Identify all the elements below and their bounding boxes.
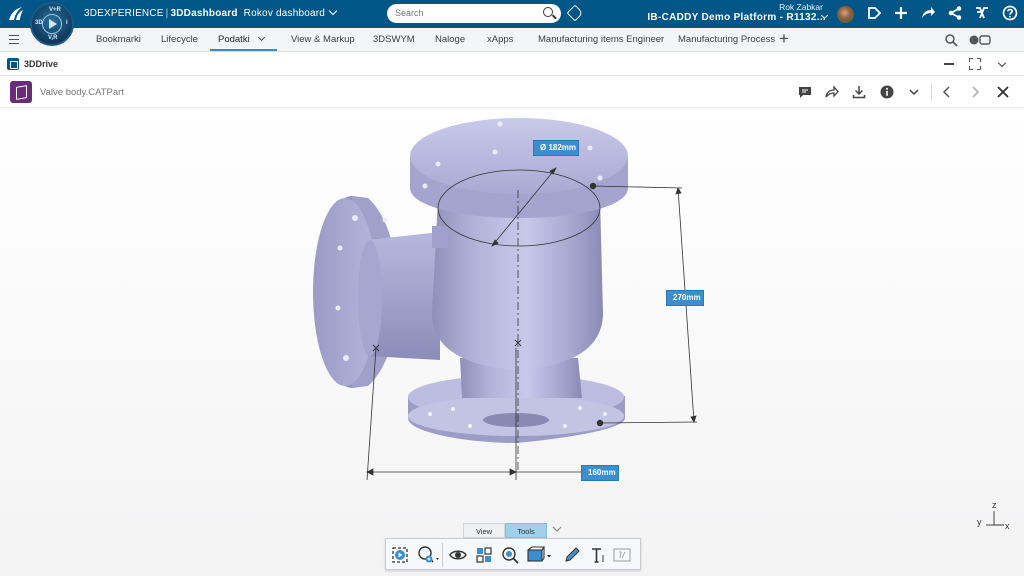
tab-xapps[interactable]: xApps (487, 34, 513, 45)
tab-manufacturing-process[interactable]: Manufacturing Process (678, 34, 775, 45)
document-header: Valve body.CATPart (0, 76, 1024, 108)
search-icon[interactable] (543, 7, 553, 17)
brand-prefix: 3DEXPERIENCE (84, 8, 164, 19)
toggle-view-icon[interactable] (968, 33, 992, 47)
tab-lifecycle[interactable]: Lifecycle (161, 34, 198, 45)
visibility-icon[interactable] (448, 545, 468, 565)
compass-label-right: i (66, 20, 68, 26)
add-tab-icon[interactable]: + (779, 30, 789, 48)
next-icon[interactable] (968, 85, 982, 99)
dassault-logo[interactable] (6, 5, 26, 23)
part-icon (10, 81, 32, 103)
tag-outline-icon[interactable] (865, 5, 883, 23)
plus-icon[interactable] (892, 5, 910, 23)
compass-label-top: V+R (49, 7, 61, 13)
app-title: 3DDrive (24, 59, 59, 69)
brand-title[interactable]: 3DEXPERIENCE | 3DDashboard Rokov dashboard (84, 6, 338, 19)
axis-triad: z y x (970, 500, 1010, 539)
chevron-down-icon[interactable] (907, 85, 921, 99)
pencil-icon[interactable] (562, 545, 582, 565)
toolbar-divider (442, 543, 443, 567)
side-pipe (358, 232, 440, 360)
brand-app: 3DDashboard (170, 8, 238, 19)
document-title: Valve body.CATPart (40, 87, 124, 98)
width-dimension-label[interactable]: 160mm (581, 465, 619, 481)
chevron-down-icon[interactable] (997, 58, 1007, 68)
measure-zoom-icon[interactable] (500, 545, 520, 565)
user-name: Rok Zabkar (779, 2, 823, 12)
share-icon[interactable] (919, 5, 937, 23)
app-header: 3DDrive (0, 52, 1024, 76)
maximize-icon[interactable] (969, 58, 981, 70)
3d-viewer[interactable]: Ø 182mm 270mm 160mm z y x View Tools (0, 108, 1024, 576)
menu-icon[interactable] (9, 35, 19, 44)
play-icon[interactable] (49, 19, 57, 29)
tab-bookmarki[interactable]: Bookmarki (96, 34, 141, 45)
info-icon[interactable] (880, 85, 894, 99)
3ddrive-icon (7, 58, 19, 70)
valve-body-model[interactable] (0, 108, 1024, 576)
section-icon[interactable] (474, 545, 494, 565)
tab-tools[interactable]: Tools (505, 523, 547, 538)
tab-manufacturing-items-engineer[interactable]: Manufacturing items Engineer (538, 34, 664, 45)
height-dimension-label[interactable]: 270mm (666, 290, 704, 306)
diameter-dimension-label[interactable]: Ø 182mm (533, 140, 579, 156)
axis-y-label: y (977, 517, 982, 527)
zoom-add-icon[interactable] (416, 545, 440, 565)
text-icon[interactable] (588, 545, 608, 565)
user-info[interactable]: Rok Zabkar IB-CADDY Demo Platform - R113… (640, 2, 826, 23)
note-icon[interactable] (612, 545, 632, 565)
tab-view-markup[interactable]: View & Markup (291, 34, 355, 45)
share-icon[interactable] (825, 85, 839, 99)
tools-icon[interactable] (973, 5, 991, 23)
dashboard-tab-bar: Bookmarki Lifecycle Podatki View & Marku… (0, 28, 1024, 52)
tab-naloge[interactable]: Naloge (435, 34, 465, 45)
network-share-icon[interactable] (946, 5, 964, 23)
download-icon[interactable] (852, 85, 866, 99)
previous-icon[interactable] (940, 85, 954, 99)
minimize-icon[interactable] (944, 63, 954, 65)
dashboard-name: Rokov dashboard (243, 8, 326, 19)
platform-name: IB-CADDY Demo Platform - R1132... (647, 12, 826, 23)
divider (931, 83, 932, 101)
compass-label-left: 3D (35, 20, 43, 26)
compass-widget[interactable]: V+R 3D i V,R (30, 2, 74, 46)
help-icon[interactable] (1001, 5, 1019, 23)
top-flange (410, 118, 628, 218)
avatar[interactable] (837, 6, 854, 23)
chevron-down-icon[interactable] (552, 524, 562, 534)
active-tab-indicator (210, 49, 277, 51)
chevron-down-icon[interactable] (257, 33, 266, 42)
search-people-icon[interactable] (944, 33, 960, 47)
axis-z-label: z (992, 500, 997, 510)
brand-separator: | (165, 8, 169, 19)
axis-x-label: x (1005, 521, 1010, 531)
tab-3dswym[interactable]: 3DSWYM (373, 34, 415, 45)
tab-podatki[interactable]: Podatki (218, 34, 250, 45)
tag-icon[interactable] (566, 4, 584, 22)
compass-label-bottom: V,R (48, 35, 58, 41)
viewer-toolbar (385, 538, 641, 570)
tab-view[interactable]: View (463, 523, 505, 538)
top-bar: V+R 3D i V,R 3DEXPERIENCE | 3DDashboard Ro… (0, 0, 1024, 46)
render-style-icon[interactable] (526, 545, 552, 565)
search-box[interactable] (387, 4, 561, 23)
chevron-down-icon[interactable] (328, 6, 338, 16)
valve-main-body (432, 198, 603, 370)
close-icon[interactable] (996, 85, 1010, 99)
fit-all-icon[interactable] (390, 545, 410, 565)
comment-icon[interactable] (798, 85, 812, 99)
search-input[interactable] (395, 8, 535, 18)
